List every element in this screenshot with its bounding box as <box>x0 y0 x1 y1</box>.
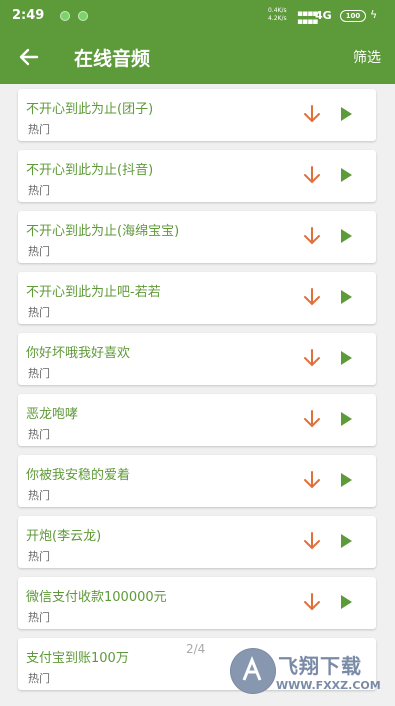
item-tag: 热门 <box>28 245 50 258</box>
item-title: 恶龙咆哮 <box>26 407 79 422</box>
download-arrow-icon[interactable] <box>302 591 322 613</box>
list-item[interactable]: 不开心到此为止吧-若若 热门 <box>18 272 376 324</box>
download-arrow-icon[interactable] <box>302 347 322 369</box>
play-icon[interactable] <box>341 290 352 304</box>
list-item[interactable]: 不开心到此为止(海绵宝宝) 热门 <box>18 211 376 263</box>
list-item[interactable]: 微信支付收款100000元 热门 <box>18 577 376 629</box>
filter-button[interactable]: 筛选 <box>353 47 381 67</box>
item-title: 开炮(李云龙) <box>26 529 102 544</box>
play-icon[interactable] <box>341 229 352 243</box>
item-tag: 热门 <box>28 489 50 502</box>
item-title: 你被我安稳的爱着 <box>26 468 131 483</box>
watermark-brand: 飞翔下载 <box>278 654 362 678</box>
notification-icon <box>78 11 88 21</box>
list-item[interactable]: 开炮(李云龙) 热门 <box>18 516 376 568</box>
item-tag: 热门 <box>28 123 50 136</box>
watermark: 飞翔下载 WWW.FXXZ.COM <box>228 646 388 702</box>
list-item[interactable]: 不开心到此为止(团子) 热门 <box>18 89 376 141</box>
play-icon[interactable] <box>341 351 352 365</box>
watermark-logo-icon <box>230 648 276 694</box>
item-title: 支付宝到账100万 <box>26 651 129 666</box>
item-tag: 热门 <box>28 367 50 380</box>
item-title: 不开心到此为止(抖音) <box>26 163 154 178</box>
page-indicator: 2/4 <box>186 642 206 656</box>
notification-icon <box>60 11 70 21</box>
status-bar: 2:49 0.4K/s 4.2K/s ▪▪▪▪ ▪▪▪▪ 4G 100 ϟ <box>0 0 395 32</box>
charging-icon: ϟ <box>370 8 378 21</box>
item-tag: 热门 <box>28 184 50 197</box>
item-title: 你好坏哦我好喜欢 <box>26 346 131 361</box>
item-tag: 热门 <box>28 611 50 624</box>
download-arrow-icon[interactable] <box>302 286 322 308</box>
play-icon[interactable] <box>341 534 352 548</box>
play-icon[interactable] <box>341 412 352 426</box>
play-icon[interactable] <box>341 107 352 121</box>
item-tag: 热门 <box>28 672 50 685</box>
item-title: 微信支付收款100000元 <box>26 590 167 605</box>
download-arrow-icon[interactable] <box>302 164 322 186</box>
play-icon[interactable] <box>341 595 352 609</box>
back-arrow-icon[interactable] <box>16 44 42 70</box>
list-item[interactable]: 恶龙咆哮 热门 <box>18 394 376 446</box>
item-title: 不开心到此为止吧-若若 <box>26 285 161 300</box>
network-type: 4G <box>315 9 332 22</box>
network-speed: 0.4K/s 4.2K/s <box>268 7 287 23</box>
battery-icon: 100 <box>340 10 366 22</box>
item-tag: 热门 <box>28 550 50 563</box>
item-tag: 热门 <box>28 306 50 319</box>
item-title: 不开心到此为止(海绵宝宝) <box>26 224 180 239</box>
status-time: 2:49 <box>12 8 45 23</box>
item-title: 不开心到此为止(团子) <box>26 102 154 117</box>
item-tag: 热门 <box>28 428 50 441</box>
list-item[interactable]: 不开心到此为止(抖音) 热门 <box>18 150 376 202</box>
download-arrow-icon[interactable] <box>302 530 322 552</box>
download-arrow-icon[interactable] <box>302 408 322 430</box>
download-arrow-icon[interactable] <box>302 103 322 125</box>
network-speed-up: 0.4K/s <box>268 7 287 14</box>
play-icon[interactable] <box>341 168 352 182</box>
list-item[interactable]: 你被我安稳的爱着 热门 <box>18 455 376 507</box>
network-speed-down: 4.2K/s <box>268 15 287 22</box>
play-icon[interactable] <box>341 473 352 487</box>
page-title: 在线音频 <box>74 48 151 70</box>
watermark-url: WWW.FXXZ.COM <box>276 679 381 692</box>
download-arrow-icon[interactable] <box>302 225 322 247</box>
list-item[interactable]: 你好坏哦我好喜欢 热门 <box>18 333 376 385</box>
app-bar: 在线音频 筛选 <box>0 32 395 84</box>
download-arrow-icon[interactable] <box>302 469 322 491</box>
